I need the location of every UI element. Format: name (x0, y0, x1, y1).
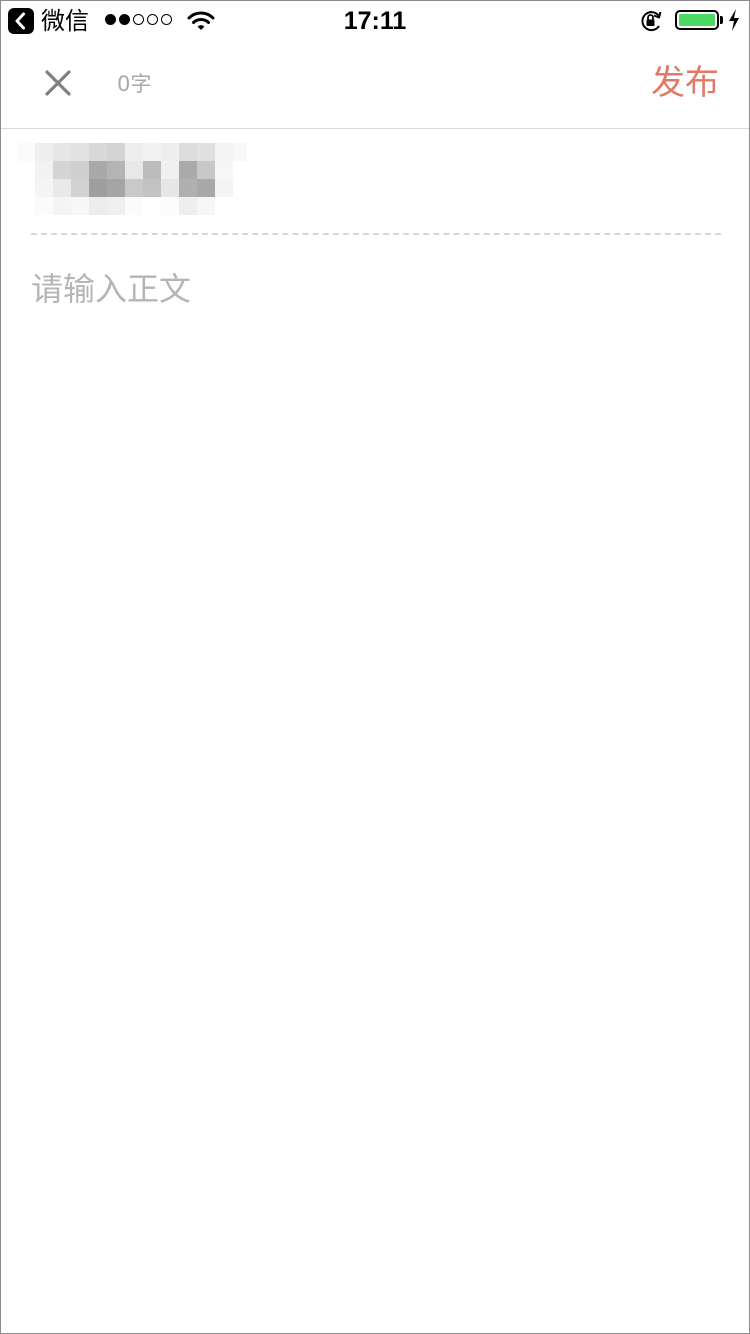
charging-bolt-icon (727, 8, 741, 36)
compose-screen: 微信 17:11 0字 发布 请输入正文 (0, 0, 750, 1334)
battery-icon (675, 10, 719, 30)
publish-button[interactable]: 发布 (651, 61, 719, 105)
word-count: 0字 (117, 72, 152, 96)
battery-tip (720, 16, 723, 24)
pixelated-title-image (17, 143, 247, 215)
status-time: 17:11 (343, 7, 407, 35)
battery-level (679, 14, 715, 26)
rotation-lock-icon (638, 9, 664, 37)
status-bar: 微信 17:11 (1, 1, 749, 41)
title-divider (31, 233, 721, 235)
close-icon (45, 70, 71, 96)
body-input[interactable] (31, 261, 721, 1305)
title-input[interactable] (17, 143, 737, 223)
compose-nav-bar: 0字 发布 (1, 41, 749, 129)
close-button[interactable] (37, 62, 79, 104)
